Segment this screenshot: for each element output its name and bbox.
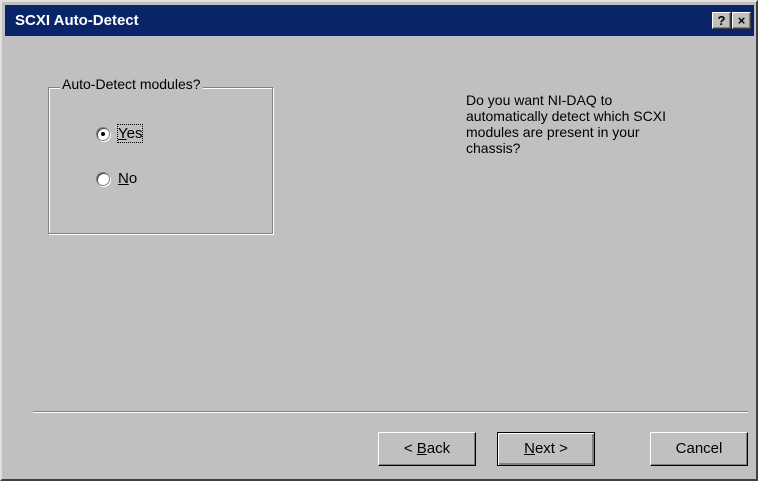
close-button[interactable]: × <box>732 12 751 29</box>
separator <box>33 411 748 413</box>
radio-yes-label: Yes <box>116 124 144 143</box>
back-button[interactable]: < Back <box>378 432 476 466</box>
next-button[interactable]: Next > <box>497 432 595 466</box>
question-text: Do you want NI-DAQ to automatically dete… <box>466 92 666 156</box>
radio-yes[interactable]: Yes <box>96 124 144 143</box>
dialog-window: SCXI Auto-Detect ? × <box>0 0 758 481</box>
groupbox-label: Auto-Detect modules? <box>60 76 203 92</box>
radio-selected-dot <box>101 131 105 136</box>
close-icon: × <box>737 13 746 28</box>
help-icon: ? <box>717 13 726 28</box>
auto-detect-groupbox <box>48 87 273 234</box>
radio-yes-button[interactable] <box>96 126 110 141</box>
radio-no[interactable]: No <box>96 170 137 187</box>
radio-no-button[interactable] <box>96 171 110 186</box>
radio-no-label: No <box>118 170 138 187</box>
help-button[interactable]: ? <box>712 12 731 29</box>
window-title: SCXI Auto-Detect <box>15 12 139 29</box>
title-bar[interactable]: SCXI Auto-Detect ? × <box>5 5 754 36</box>
cancel-button[interactable]: Cancel <box>650 432 748 466</box>
